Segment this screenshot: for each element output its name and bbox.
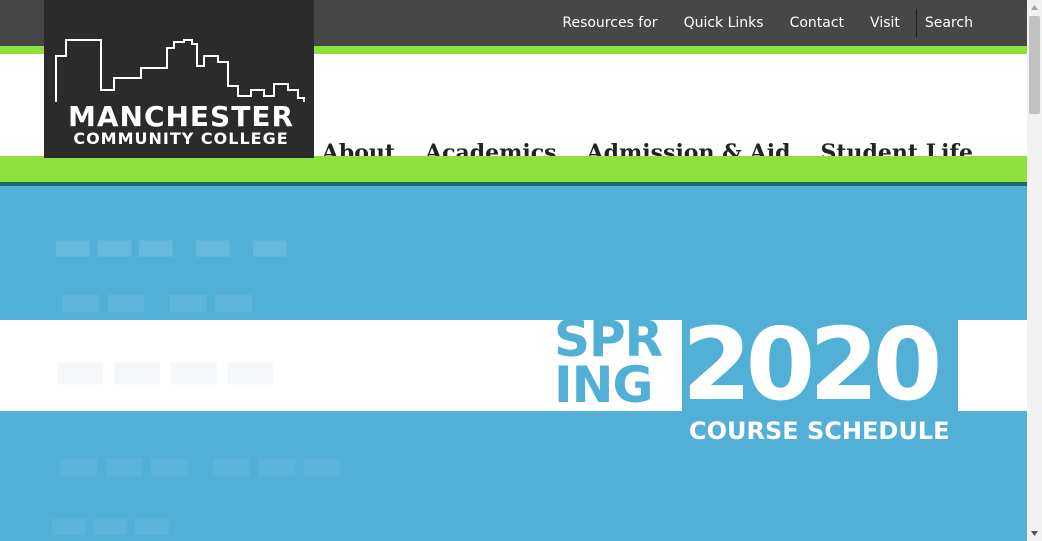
- utility-link-visit[interactable]: Visit: [870, 15, 900, 31]
- hero-caption: COURSE SCHEDULE: [689, 417, 950, 445]
- scroll-up-icon[interactable]: [1027, 0, 1042, 15]
- hero-background-texture: ▬▬▬ ▬ ▬: [52, 220, 291, 271]
- utility-link-quick-links[interactable]: Quick Links: [684, 15, 764, 31]
- scrollbar-thumb[interactable]: [1029, 16, 1040, 114]
- hero-word-bottom: ING: [554, 356, 653, 414]
- utility-links: Resources for Quick Links Contact Visit …: [536, 0, 973, 46]
- hero-background-texture: ▬▬▬: [48, 498, 173, 541]
- search-button[interactable]: Search: [925, 15, 973, 31]
- scroll-down-icon[interactable]: [1027, 526, 1042, 541]
- utility-link-resources[interactable]: Resources for: [562, 15, 657, 31]
- logo-subtitle: COMMUNITY COLLEGE: [73, 129, 289, 148]
- utility-divider: [915, 9, 917, 37]
- vertical-scrollbar[interactable]: [1027, 0, 1042, 541]
- college-logo[interactable]: MANCHESTER COMMUNITY COLLEGE: [44, 0, 314, 158]
- hero-year: 2020: [682, 306, 942, 423]
- header-bottom-stripe: [0, 156, 1027, 182]
- hero-word-top: SPR: [554, 310, 663, 368]
- hero-banner[interactable]: ▬▬▬ ▬ ▬ ▬▬ ▬▬ ▬▬▬▬ ▬▬▬ ▬▬▬ ▬▬▬ SPR ING 2…: [0, 186, 1027, 541]
- utility-link-contact[interactable]: Contact: [790, 15, 844, 31]
- hero-background-texture: ▬▬▬ ▬▬▬: [56, 436, 345, 492]
- hero-band-texture: ▬▬▬▬: [52, 334, 279, 404]
